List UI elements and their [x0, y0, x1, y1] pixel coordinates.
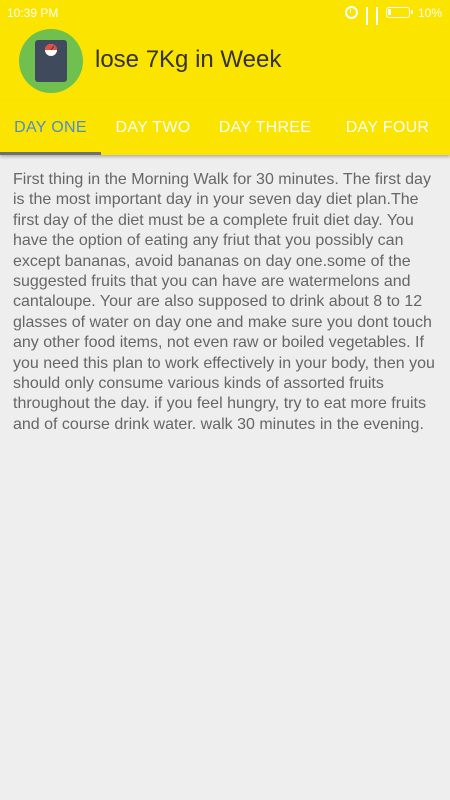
status-time: 10:39 PM: [7, 5, 59, 20]
status-icons: 10%: [344, 5, 442, 42]
tab-day-one[interactable]: DAY ONE: [0, 100, 101, 155]
battery-icon: [385, 7, 413, 18]
tab-day-four[interactable]: DAY FOUR: [325, 100, 450, 155]
battery-percent: 10%: [417, 5, 442, 20]
day-description: First thing in the Morning Walk for 30 m…: [13, 171, 435, 433]
scale-icon: [19, 29, 83, 93]
tab-day-three[interactable]: DAY THREE: [205, 100, 325, 155]
status-bar: 10:39 PM 10%: [0, 0, 450, 42]
day-tabs: DAY ONE DAY TWO DAY THREE DAY FOUR: [0, 100, 450, 155]
tab-day-two[interactable]: DAY TWO: [101, 100, 205, 155]
alarm-icon: [344, 6, 358, 19]
app-title: lose 7Kg in Week: [95, 46, 282, 73]
signal-icon: [375, 6, 378, 42]
signal-icon: [365, 6, 368, 42]
app-bar: lose 7Kg in Week: [0, 25, 450, 100]
